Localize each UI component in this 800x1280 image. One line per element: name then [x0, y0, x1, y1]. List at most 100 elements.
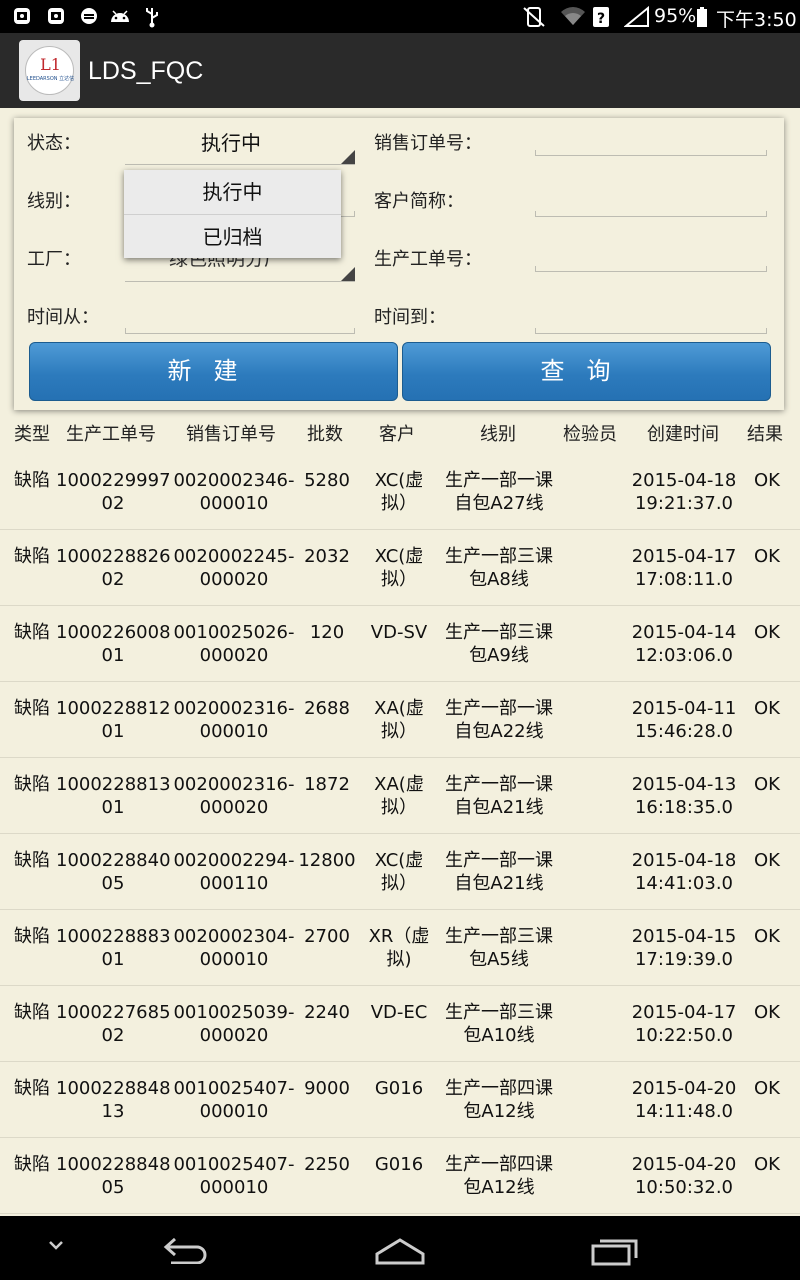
cell-work-line: 02 [101, 569, 125, 590]
query-button[interactable]: 查询 [402, 342, 771, 401]
cell-sales-line: 0010025026- [173, 622, 295, 643]
cell-result-line: OK [754, 470, 780, 491]
cell-qty: 120 [298, 621, 356, 644]
cell-type-line: 缺陷 [14, 470, 50, 491]
cell-work: 1000228883 01 [56, 925, 171, 971]
cell-type-line: 缺陷 [14, 1078, 50, 1099]
cell-type: 缺陷 [14, 849, 54, 872]
sales-order-input[interactable] [535, 150, 767, 156]
dropdown-option-archived[interactable]: 已归档 [124, 215, 341, 259]
cell-qty-line: 1872 [304, 774, 350, 795]
cell-work-line: 1000228813 [56, 774, 171, 795]
cell-time: 2015-04-20 14:11:48.0 [628, 1077, 740, 1123]
cell-type: 缺陷 [14, 1001, 54, 1024]
table-row[interactable]: 缺陷 1000228826 02 0020002245- 000020 2032 XC(虚拟… [0, 530, 800, 606]
recent-apps-icon[interactable] [590, 1234, 640, 1270]
cell-work: 1000229997 02 [56, 469, 171, 515]
cell-line-line: 生产一部三课 [445, 622, 553, 643]
cell-work: 1000227685 02 [56, 1001, 171, 1047]
cell-type-line: 缺陷 [14, 1002, 50, 1023]
table-row[interactable]: 缺陷 1000229997 02 0020002346- 000010 5280 XC(虚拟… [0, 454, 800, 530]
cell-sales-line: 0020002294- [173, 850, 295, 871]
status-spinner-value[interactable]: 执行中 [201, 127, 261, 156]
table-row[interactable]: 缺陷 1000228848 05 0010025407- 000010 2250 G016 生… [0, 1138, 800, 1214]
photo-icon [12, 6, 32, 31]
table-row[interactable]: 缺陷 1000228883 01 0020002304- 000010 2700 XR（虚拟… [0, 910, 800, 986]
app-logo[interactable]: L1 LEEDARSON 立达信 [19, 40, 80, 101]
cell-result-line: OK [754, 1154, 780, 1175]
cell-time-line: 12:03:06.0 [634, 645, 733, 666]
cell-qty: 9000 [298, 1077, 356, 1100]
cell-qty-line: 2688 [304, 698, 350, 719]
line-label: 线别： [27, 191, 81, 212]
header-type: 类型 [14, 424, 50, 445]
cell-line-line: 包A10线 [463, 1025, 535, 1046]
navigation-bar [0, 1216, 800, 1280]
cell-result: OK [746, 697, 788, 720]
cell-sales-line: 000020 [199, 645, 269, 666]
cell-result: OK [746, 1001, 788, 1024]
cell-cust-line: XC(虚 [374, 850, 424, 871]
cell-line: 生产一部三课 包A5线 [438, 925, 560, 971]
android-icon [108, 6, 132, 31]
cell-type: 缺陷 [14, 697, 54, 720]
table-row[interactable]: 缺陷 1000226008 01 0010025026- 000020 120 VD-SV 生… [0, 606, 800, 682]
new-button[interactable]: 新建 [29, 342, 398, 401]
cell-qty-line: 12800 [298, 850, 356, 871]
cell-line-line: 生产一部一课 [445, 470, 553, 491]
cell-qty: 1872 [298, 773, 356, 796]
cell-work-line: 13 [101, 1101, 125, 1122]
cell-sales: 0020002316- 000010 [173, 697, 295, 743]
time-to-input[interactable] [535, 328, 767, 334]
cell-sales: 0020002304- 000010 [173, 925, 295, 971]
cell-line: 生产一部三课 包A9线 [438, 621, 560, 667]
time-from-input[interactable] [125, 328, 355, 334]
cell-qty: 12800 [298, 849, 356, 872]
cell-line-line: 包A12线 [463, 1101, 535, 1122]
cell-type: 缺陷 [14, 1077, 54, 1100]
spinner-arrow-icon[interactable] [341, 267, 355, 281]
cell-line-line: 生产一部三课 [445, 546, 553, 567]
table-row[interactable]: 缺陷 1000227685 02 0010025039- 000020 2240 VD-EC… [0, 986, 800, 1062]
home-icon[interactable] [374, 1236, 426, 1270]
cell-result-line: OK [754, 774, 780, 795]
customer-input[interactable] [535, 211, 767, 217]
cell-work-line: 02 [101, 1025, 125, 1046]
cell-result: OK [746, 773, 788, 796]
cell-time-line: 14:11:48.0 [634, 1101, 733, 1122]
cell-time-line: 17:19:39.0 [634, 949, 733, 970]
cell-result: OK [746, 621, 788, 644]
cell-sales: 0020002346- 000010 [173, 469, 295, 515]
cell-line-line: 包A9线 [469, 645, 529, 666]
cell-sales-line: 000020 [199, 1025, 269, 1046]
spinner-arrow-icon[interactable] [341, 150, 355, 164]
back-icon[interactable] [161, 1234, 211, 1268]
cell-line: 生产一部三课 包A8线 [438, 545, 560, 591]
cell-type: 缺陷 [14, 621, 54, 644]
dropdown-option-executing[interactable]: 执行中 [124, 170, 341, 214]
cell-work-line: 01 [101, 645, 125, 666]
cell-time: 2015-04-17 17:08:11.0 [628, 545, 740, 591]
cell-type: 缺陷 [14, 1153, 54, 1176]
photo-icon [46, 6, 66, 31]
table-row[interactable]: 缺陷 1000228813 01 0020002316- 000020 1872 XA(虚拟… [0, 758, 800, 834]
status-label: 状态： [27, 133, 81, 154]
cell-time: 2015-04-18 19:21:37.0 [628, 469, 740, 515]
cell-time: 2015-04-14 12:03:06.0 [628, 621, 740, 667]
cell-result: OK [746, 1153, 788, 1176]
table-row[interactable]: 缺陷 1000228848 13 0010025407- 000010 9000 G016 生… [0, 1062, 800, 1138]
table-row[interactable]: 缺陷 1000228812 01 0020002316- 000010 2688 XA(虚拟… [0, 682, 800, 758]
hide-keyboard-icon[interactable] [44, 1236, 68, 1260]
cell-qty-line: 2250 [304, 1154, 350, 1175]
cell-result-line: OK [754, 1002, 780, 1023]
header-inspector: 检验员 [563, 424, 617, 445]
cell-line-line: 生产一部三课 [445, 926, 553, 947]
cell-cust-line: XA(虚 [374, 774, 424, 795]
cell-sales: 0010025026- 000020 [173, 621, 295, 667]
work-order-input[interactable] [535, 266, 767, 272]
cell-work: 1000228812 01 [56, 697, 171, 743]
cell-work-line: 1000228848 [56, 1154, 171, 1175]
cell-sales-line: 000020 [199, 797, 269, 818]
table-row[interactable]: 缺陷 1000228840 05 0020002294- 000110 12800 XC(虚… [0, 834, 800, 910]
cell-time-line: 2015-04-20 [631, 1078, 737, 1099]
